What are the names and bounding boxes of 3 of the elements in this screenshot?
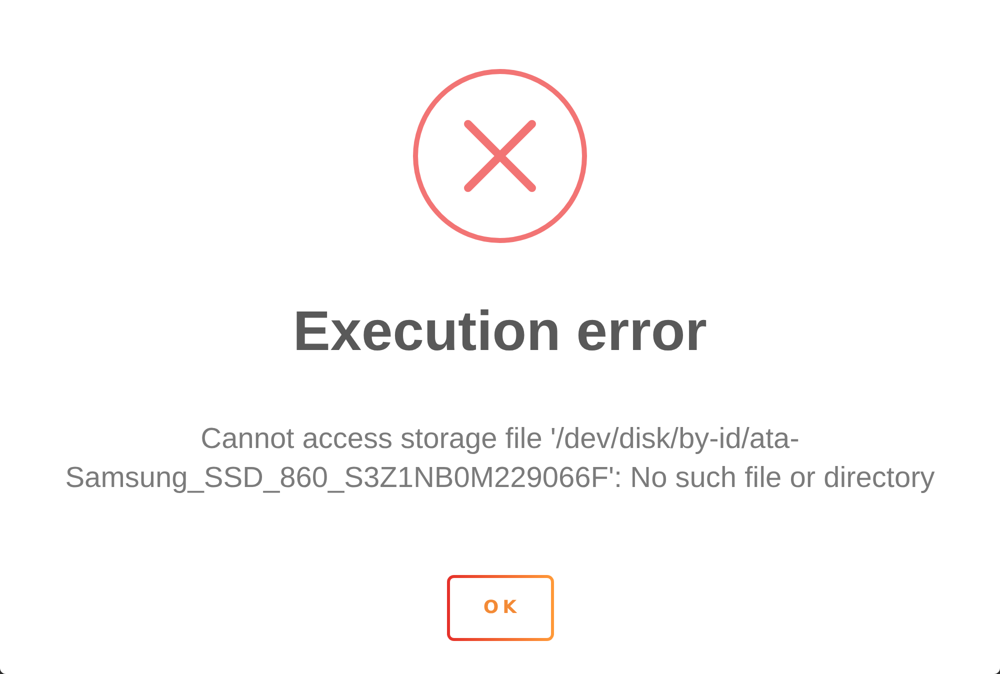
error-message: Cannot access storage file '/dev/disk/by-id/ata-Samsung_SSD_860_S3Z1NB0M229066F': No such file or directory [64,422,936,496]
dialog-title: Execution error [293,300,707,362]
error-icon [413,69,587,243]
